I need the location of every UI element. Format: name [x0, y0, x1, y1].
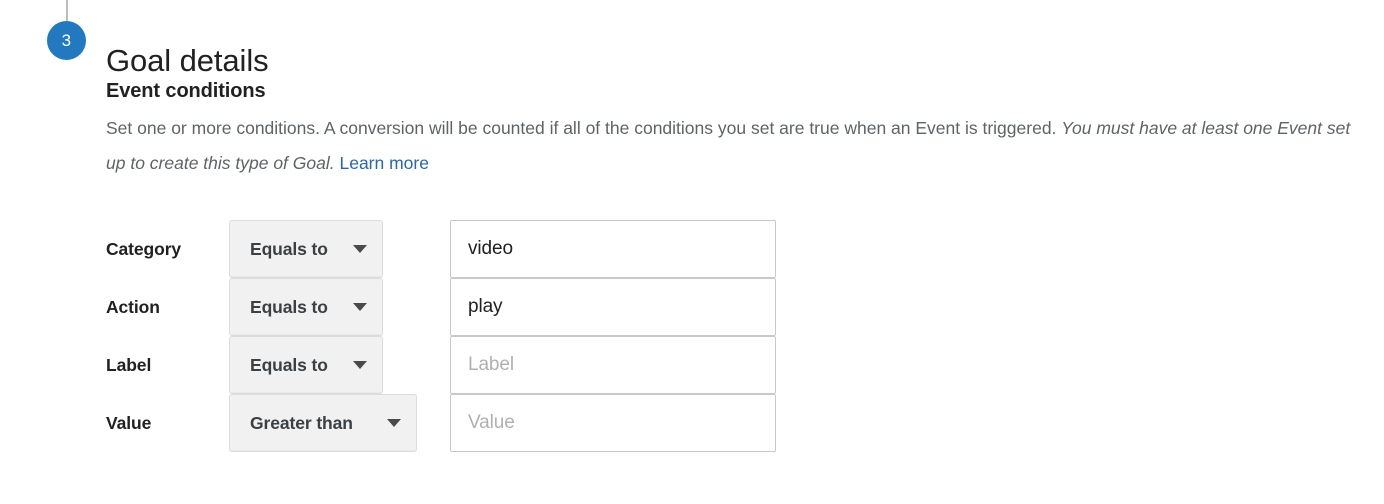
condition-input-cell-action	[450, 278, 776, 336]
match-type-dropdown-label[interactable]: Equals to	[229, 336, 383, 394]
condition-match-cell-category: Equals to	[229, 220, 450, 278]
chevron-down-icon	[353, 245, 367, 253]
condition-match-cell-action: Equals to	[229, 278, 450, 336]
match-type-dropdown-value[interactable]: Greater than	[229, 394, 417, 452]
condition-value-input-action[interactable]	[450, 278, 776, 336]
condition-match-cell-value: Greater than	[229, 394, 450, 452]
match-type-dropdown-category[interactable]: Equals to	[229, 220, 383, 278]
condition-row-action: Action Equals to	[106, 278, 776, 336]
chevron-down-icon	[353, 303, 367, 311]
match-type-value-action: Equals to	[250, 297, 328, 318]
condition-row-value: Value Greater than	[106, 394, 776, 452]
condition-label-label: Label	[106, 336, 229, 394]
event-conditions-form: Category Equals to Action Equals to Labe…	[106, 220, 776, 452]
step-connector-line	[66, 0, 68, 22]
match-type-value-value: Greater than	[250, 413, 353, 434]
condition-value-input-label[interactable]	[450, 336, 776, 394]
condition-value-input-value[interactable]	[450, 394, 776, 452]
chevron-down-icon	[353, 361, 367, 369]
event-conditions-section: Event conditions Set one or more conditi…	[106, 78, 1366, 181]
condition-label-value: Value	[106, 394, 229, 452]
condition-label-category: Category	[106, 220, 229, 278]
condition-label-action: Action	[106, 278, 229, 336]
section-description: Set one or more conditions. A conversion…	[106, 111, 1356, 181]
condition-value-input-category[interactable]	[450, 220, 776, 278]
section-title: Event conditions	[106, 78, 1366, 105]
condition-input-cell-label	[450, 336, 776, 394]
step-number-badge: 3	[47, 21, 86, 60]
condition-input-cell-category	[450, 220, 776, 278]
match-type-dropdown-action[interactable]: Equals to	[229, 278, 383, 336]
condition-row-label: Label Equals to	[106, 336, 776, 394]
page-title: Goal details	[106, 41, 269, 81]
condition-input-cell-value	[450, 394, 776, 452]
match-type-value-category: Equals to	[250, 239, 328, 260]
description-text-plain: Set one or more conditions. A conversion…	[106, 118, 1061, 138]
chevron-down-icon	[387, 419, 401, 427]
match-type-value-label: Equals to	[250, 355, 328, 376]
condition-row-category: Category Equals to	[106, 220, 776, 278]
learn-more-link[interactable]: Learn more	[339, 153, 429, 173]
condition-match-cell-label: Equals to	[229, 336, 450, 394]
